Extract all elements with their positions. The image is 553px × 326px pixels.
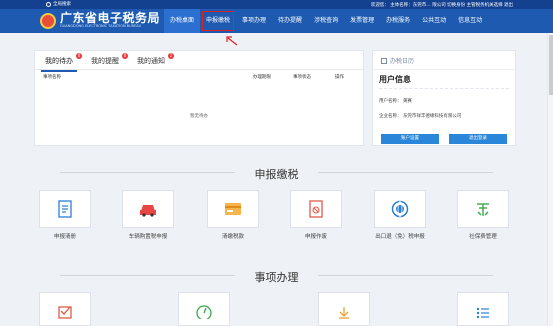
affair-card-1[interactable]: [39, 292, 91, 326]
service-label[interactable]: 车辆购置税申报: [118, 233, 178, 241]
nav-invoice[interactable]: 发票管理: [344, 9, 380, 33]
payment-card-icon: [225, 203, 241, 215]
user-info-title: 用户信息: [379, 75, 411, 84]
nav-reminders[interactable]: 待办提醒: [272, 9, 308, 33]
user-identity-line[interactable]: 欢迎您： 主体名称：东莞市… 限公司 切换身份 主管税务机关选择 退出: [371, 2, 513, 8]
user-info-panel: 办税日历 用户信息 用户名称： 黄赛 企业名称： 东莞市祥丰德缘科技有限公司 账…: [372, 50, 516, 146]
search-icon: [46, 1, 51, 7]
col-status: 事项状态: [293, 75, 311, 80]
social-security-icon: [477, 203, 489, 216]
gauge-icon: [196, 305, 212, 319]
nav-affairs[interactable]: 事项办理: [236, 9, 272, 33]
scrollbar-thumb[interactable]: [549, 35, 553, 95]
affair-card-2[interactable]: [178, 292, 230, 326]
section-divider: [318, 275, 493, 276]
list-icon: [476, 307, 489, 319]
affair-card-3[interactable]: [318, 292, 370, 326]
tax-emblem-icon: [40, 12, 56, 29]
service-label[interactable]: 清缴税款: [203, 233, 263, 241]
service-card-vehicle-tax[interactable]: [122, 190, 174, 228]
calendar-icon: [381, 57, 387, 64]
logo-title: 广东省电子税务局: [60, 11, 161, 25]
main-header: 广东省电子税务局 GUANGDONG ELECTRONIC TAXATION B…: [0, 9, 553, 33]
service-card-export-refund[interactable]: [374, 190, 426, 228]
service-card-pay-tax[interactable]: [207, 190, 259, 228]
nav-public-interaction[interactable]: 公共互动: [416, 9, 452, 33]
top-utility-bar: 全局搜索 欢迎您： 主体名称：东莞市… 限公司 切换身份 主管税务机关选择 退出: [0, 0, 553, 9]
nav-info-interaction[interactable]: 信息互动: [452, 9, 488, 33]
tax-calendar-link[interactable]: 办税日历: [381, 56, 414, 65]
username-value: 黄赛: [402, 99, 412, 104]
main-nav: 办税桌面 申报缴税 事项办理 待办提醒 涉税查询 发票管理 办税服务 公共互动 …: [164, 9, 488, 33]
section-title-affairs: 事项办理: [254, 271, 299, 284]
checkbox-icon: [58, 306, 72, 319]
page-scrollbar[interactable]: [547, 33, 553, 326]
service-card-declare-void[interactable]: [290, 190, 342, 228]
todo-panel: 我的待办 0 我的提醒 0 我的通知 2 事项名称 办理期限 事项状态 操作 暂…: [34, 50, 364, 146]
nav-tax-query[interactable]: 涉税查询: [308, 9, 344, 33]
annotation-arrow-icon: [226, 36, 238, 46]
count-badge: 2: [168, 53, 174, 59]
download-icon: [339, 307, 349, 319]
service-label[interactable]: 社保费管理: [453, 233, 513, 241]
tab-divider: [35, 69, 363, 70]
col-deadline: 办理期限: [253, 75, 271, 80]
affair-card-4[interactable]: [457, 292, 509, 326]
global-search-label: 全局搜索: [53, 2, 71, 7]
count-badge: 0: [76, 53, 82, 59]
empty-state-text: 暂无待办: [190, 114, 208, 119]
service-card-social-security[interactable]: [457, 190, 509, 228]
global-search[interactable]: 全局搜索: [46, 1, 71, 7]
company-label: 企业名称：: [379, 114, 402, 119]
account-settings-button[interactable]: 账户设置: [381, 134, 439, 144]
site-logo[interactable]: 广东省电子税务局 GUANGDONG ELECTRONIC TAXATION B…: [40, 12, 160, 29]
globe-icon: [391, 200, 409, 218]
tab-label: 我的通知: [137, 57, 165, 65]
todo-table-header: 事项名称 办理期限 事项状态 操作: [41, 73, 357, 81]
section-title-declare: 申报缴税: [254, 168, 299, 181]
car-icon: [140, 205, 156, 217]
calendar-label: 办税日历: [390, 58, 415, 65]
divider: [379, 88, 509, 89]
company-value: 东莞市祥丰德缘科技有限公司: [402, 114, 462, 119]
logout-button[interactable]: 退出登录: [449, 134, 507, 144]
username-row: 用户名称： 黄赛: [379, 98, 412, 104]
col-action: 操作: [335, 75, 344, 80]
nav-tax-service[interactable]: 办税服务: [380, 9, 416, 33]
divider: [373, 69, 515, 70]
service-label[interactable]: 出口退（免）税申报: [370, 233, 430, 241]
void-document-icon: [309, 200, 323, 218]
service-label[interactable]: 申报作废: [286, 233, 346, 241]
tab-label: 我的待办: [45, 57, 73, 65]
nav-tax-desktop[interactable]: 办税桌面: [164, 9, 201, 33]
service-card-declare-list[interactable]: [39, 190, 91, 228]
count-badge: 0: [122, 53, 128, 59]
username-label: 用户名称：: [379, 99, 402, 104]
nav-declare-pay[interactable]: 申报缴税: [200, 9, 236, 33]
col-item-name: 事项名称: [43, 75, 61, 80]
service-label[interactable]: 申报清册: [35, 233, 95, 241]
document-list-icon: [58, 200, 72, 218]
company-row: 企业名称： 东莞市祥丰德缘科技有限公司: [379, 113, 461, 119]
section-divider: [318, 172, 493, 173]
tab-label: 我的提醒: [91, 57, 119, 65]
